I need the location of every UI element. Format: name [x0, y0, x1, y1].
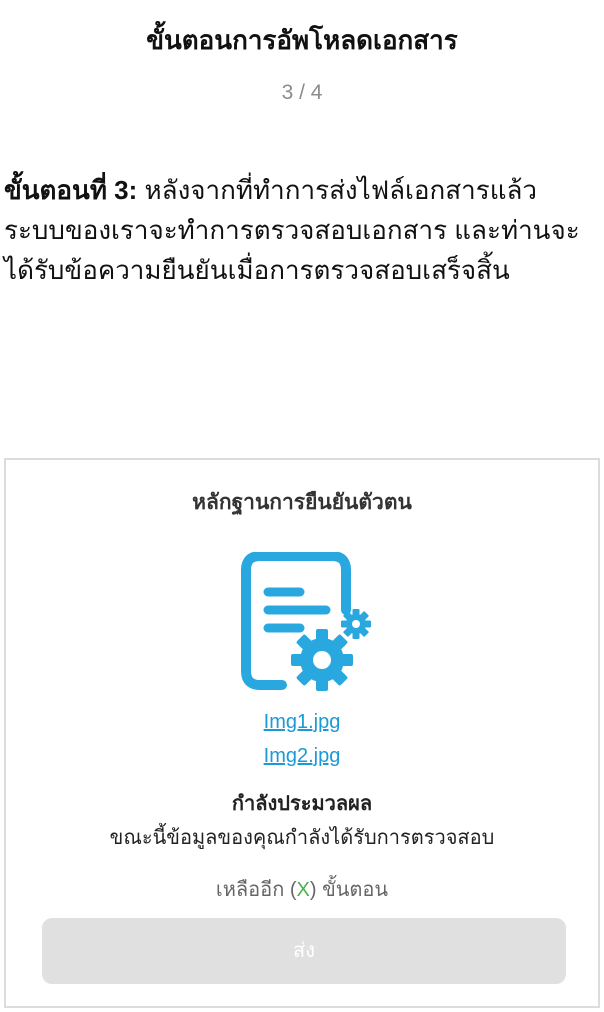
file-link-img2[interactable]: Img2.jpg [6, 742, 598, 770]
submit-button[interactable]: ส่ง [42, 918, 566, 984]
processing-status-title: กำลังประมวลผล [231, 793, 373, 815]
step-counter: 3 / 4 [281, 81, 323, 104]
card-title: หลักฐานการยืนยันตัวตน [192, 491, 412, 514]
remaining-steps-value: X [296, 879, 310, 901]
processing-status-message: ขณะนี้ข้อมูลของคุณกำลังได้รับการตรวจสอบ [109, 827, 495, 849]
file-link-img1[interactable]: Img1.jpg [6, 708, 598, 736]
remaining-suffix: ) ขั้นตอน [309, 879, 389, 901]
verification-card: หลักฐานการยืนยันตัวตน Img1.jpg Img2.jpg … [4, 458, 600, 1008]
remaining-steps-text: เหลืออีก (X) ขั้นตอน [6, 876, 598, 904]
remaining-prefix: เหลืออีก ( [215, 879, 297, 901]
page-title: ขั้นตอนการอัพโหลดเอกสาร [146, 25, 458, 55]
step-description: ขั้นตอนที่ 3: หลังจากที่ทำการส่งไฟล์เอกส… [4, 170, 594, 290]
step-label: ขั้นตอนที่ 3: [4, 175, 138, 205]
document-settings-icon [238, 551, 378, 694]
